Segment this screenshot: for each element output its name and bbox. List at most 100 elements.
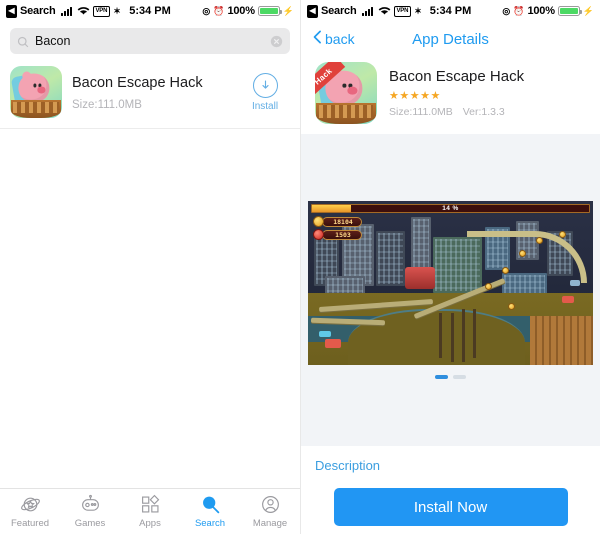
game-coin xyxy=(501,266,509,274)
screenshot-gallery: 14 % 18104 1503 xyxy=(301,134,600,446)
install-button[interactable]: Install xyxy=(242,72,288,112)
install-now-container: Install Now xyxy=(301,488,600,526)
tab-apps-label: Apps xyxy=(139,518,161,529)
search-icon xyxy=(200,494,221,515)
status-bar-left-group: ◀ Search VPN ✶ xyxy=(6,4,121,18)
detail-nav-bar: back App Details xyxy=(301,22,600,56)
tab-search-label: Search xyxy=(194,518,226,529)
status-carrier-label: Search xyxy=(20,5,56,17)
battery-percent-label: 100% xyxy=(227,5,255,17)
chevron-left-icon xyxy=(313,30,322,49)
alarm-icon: ⏰ xyxy=(213,5,225,16)
game-coin-counter: 18104 xyxy=(313,216,362,227)
game-track-pillar xyxy=(439,312,443,359)
search-result-row[interactable]: Hack Bacon Escape Hack Size:111.0MB Inst… xyxy=(0,62,300,129)
signal-bars-icon xyxy=(60,6,72,16)
page-dot-1[interactable] xyxy=(435,375,448,379)
game-coin xyxy=(507,302,515,310)
install-button-label: Install xyxy=(251,100,279,112)
detail-app-size: Size:111.0MB xyxy=(389,106,453,118)
result-app-size: Size:111.0MB xyxy=(72,99,142,112)
tab-apps[interactable]: Apps xyxy=(120,494,180,529)
result-meta: Bacon Escape Hack Size:111.0MB xyxy=(72,73,232,112)
game-gem-count: 1503 xyxy=(322,229,362,240)
description-section: Description xyxy=(301,446,600,473)
vpn-badge-icon: VPN xyxy=(393,5,412,17)
icon-pig-body xyxy=(18,70,50,103)
back-button-label: back xyxy=(325,31,355,47)
robot-icon xyxy=(80,494,101,515)
planet-star-icon xyxy=(20,494,41,515)
charging-bolt-icon: ⚡ xyxy=(282,5,294,16)
wifi-icon xyxy=(378,6,391,16)
rating-stars: ★★★★★ xyxy=(389,90,441,102)
icon-cart-shape xyxy=(316,102,376,124)
icon-cart-shape xyxy=(11,100,61,118)
game-vehicle xyxy=(561,296,574,304)
game-track-pillar xyxy=(461,309,465,362)
status-back-chip-icon[interactable]: ◀ xyxy=(307,4,318,18)
game-coin xyxy=(558,230,566,238)
clear-circle-icon[interactable] xyxy=(270,35,283,48)
search-query-text[interactable]: Bacon xyxy=(35,34,264,48)
search-input[interactable]: Bacon xyxy=(10,28,290,54)
battery-icon xyxy=(257,6,282,16)
rotation-lock-icon: ◎ xyxy=(502,5,511,16)
game-track-pillar xyxy=(450,312,454,362)
game-vehicle xyxy=(319,330,332,337)
search-bar-container: Bacon xyxy=(0,22,300,62)
download-arrow-icon xyxy=(252,72,278,98)
left-panel-search-results: ◀ Search VPN ✶ 5:34 PM ◎ ⏰ 100% ⚡ Bacon … xyxy=(0,0,300,534)
signal-bars-icon xyxy=(361,6,373,16)
tab-featured[interactable]: Featured xyxy=(0,494,60,529)
search-icon xyxy=(17,35,29,48)
detail-app-version: Ver:1.3.3 xyxy=(462,106,505,118)
status-carrier-label: Search xyxy=(321,5,357,17)
status-bar-left: ◀ Search VPN ✶ 5:34 PM ◎ ⏰ 100% ⚡ xyxy=(0,0,300,22)
description-title: Description xyxy=(315,458,381,473)
game-vehicle xyxy=(325,338,342,348)
status-bar-right-group: ◎ ⏰ 100% ⚡ xyxy=(502,5,594,17)
icon-pig-eye xyxy=(342,83,347,89)
game-gem-counter: 1503 xyxy=(313,229,362,240)
bottom-tab-bar: Featured Games Apps Search Manage xyxy=(0,488,300,534)
rotation-lock-icon: ◎ xyxy=(202,5,211,16)
charging-bolt-icon: ⚡ xyxy=(582,5,594,16)
detail-app-name: Bacon Escape Hack xyxy=(389,68,525,85)
install-now-button[interactable]: Install Now xyxy=(333,488,568,526)
page-dot-2[interactable] xyxy=(453,375,466,379)
app-detail-header: Hack Bacon Escape Hack ★★★★★ Size:111.0M… xyxy=(301,56,600,134)
game-player-cart xyxy=(404,266,435,289)
game-screenshot-rollercoaster-city[interactable]: 14 % 18104 1503 xyxy=(308,201,593,365)
location-icon: ✶ xyxy=(113,5,121,16)
tab-search[interactable]: Search xyxy=(180,494,240,529)
battery-percent-label: 100% xyxy=(527,5,555,17)
icon-pig-ear xyxy=(21,70,34,83)
app-icon-bacon-escape: Hack xyxy=(315,62,377,124)
shapes-grid-icon xyxy=(140,494,161,515)
icon-pig-snout xyxy=(347,86,358,95)
person-circle-icon xyxy=(260,494,281,515)
back-button[interactable]: back xyxy=(313,30,355,49)
game-track-pillar xyxy=(473,309,477,359)
tab-games-label: Games xyxy=(74,518,106,529)
gem-icon xyxy=(313,229,324,240)
wifi-icon xyxy=(77,6,90,16)
game-progress-bar: 14 % xyxy=(311,204,590,213)
icon-pig-eye xyxy=(33,83,37,88)
status-bar-left-group: ◀ Search VPN ✶ xyxy=(307,4,422,18)
status-bar-right-group: ◎ ⏰ 100% ⚡ xyxy=(202,5,294,17)
game-progress-label: 14 % xyxy=(442,205,459,212)
vpn-badge-icon: VPN xyxy=(92,5,111,17)
game-pit xyxy=(347,309,525,365)
status-back-chip-icon[interactable]: ◀ xyxy=(6,4,17,18)
location-icon: ✶ xyxy=(414,5,422,16)
result-app-name: Bacon Escape Hack xyxy=(72,74,203,91)
right-panel-app-details: ◀ Search VPN ✶ 5:34 PM ◎ ⏰ 100% ⚡ back A… xyxy=(300,0,600,534)
battery-icon xyxy=(557,6,582,16)
tab-manage[interactable]: Manage xyxy=(240,494,300,529)
tab-games[interactable]: Games xyxy=(60,494,120,529)
game-coin-count: 18104 xyxy=(322,216,362,227)
game-coin xyxy=(484,283,492,290)
tab-featured-label: Featured xyxy=(10,518,50,529)
